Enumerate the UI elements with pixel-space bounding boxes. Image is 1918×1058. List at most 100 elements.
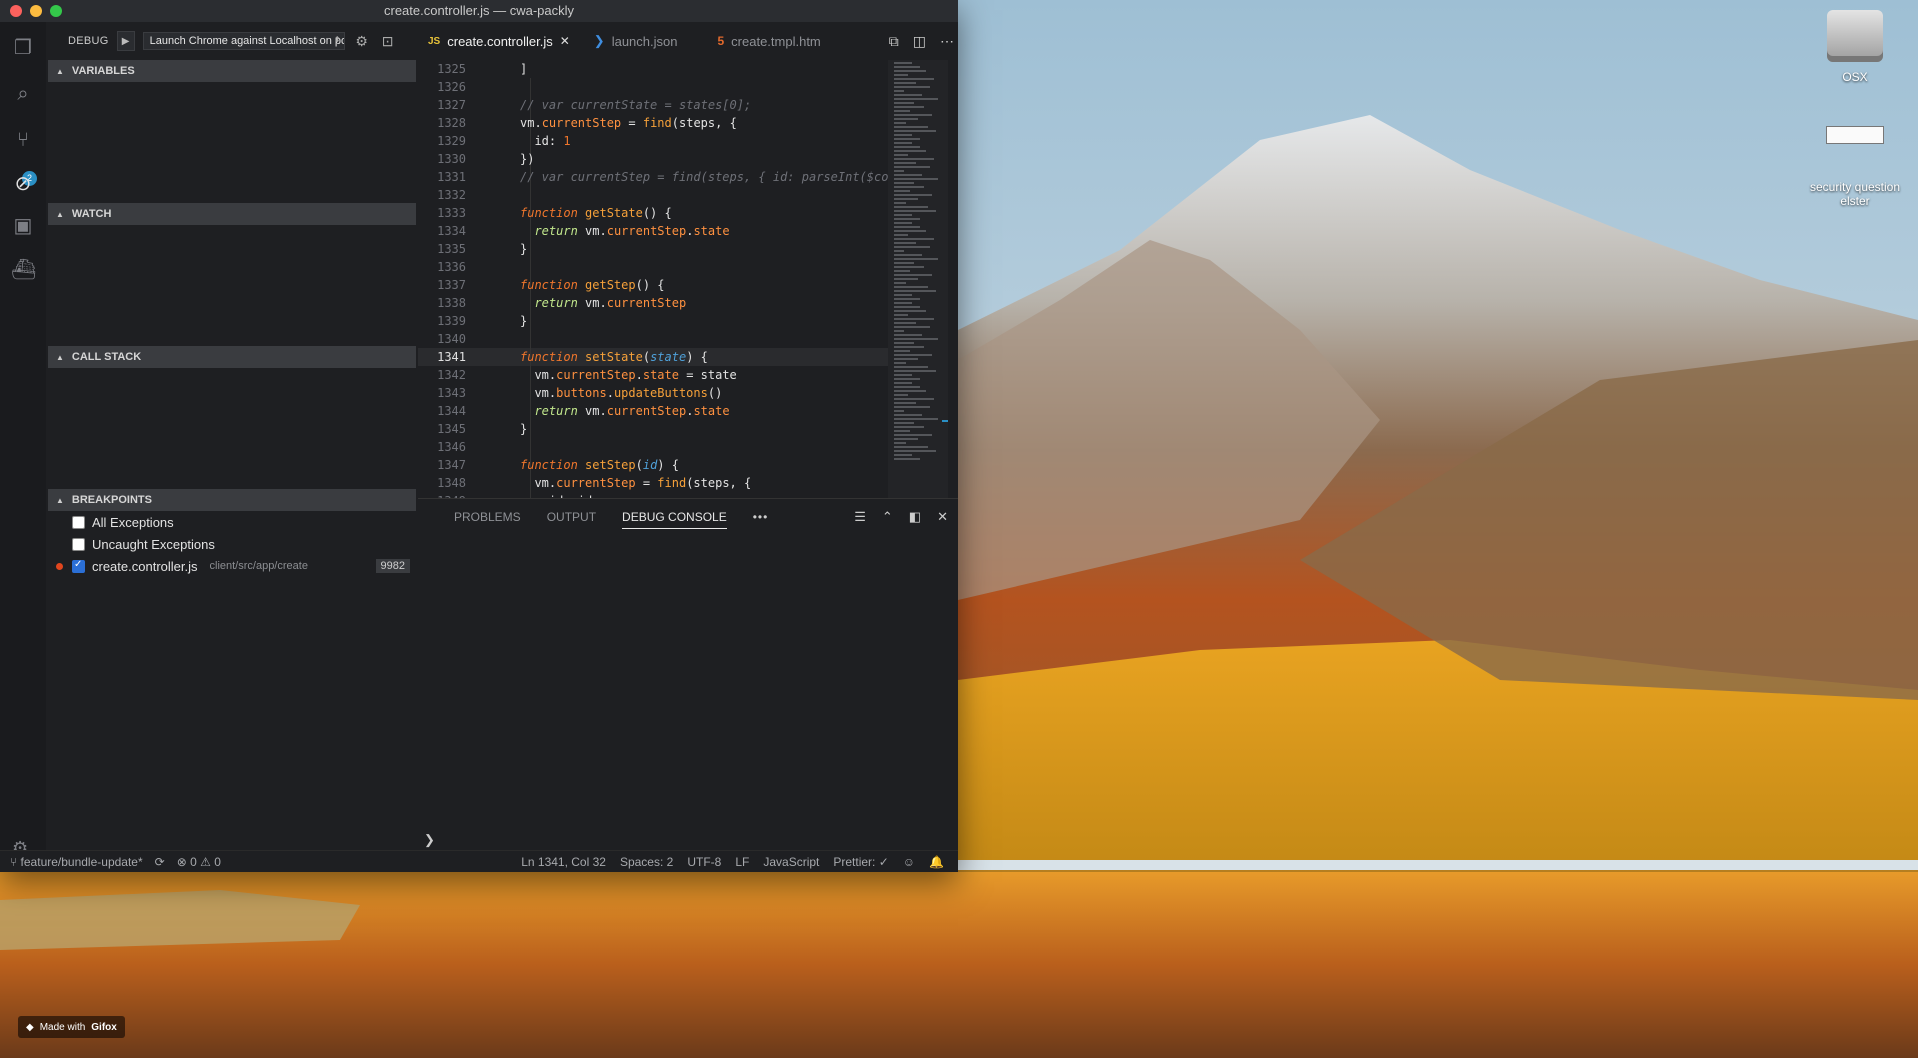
breakpoint-all-exceptions[interactable]: All Exceptions	[46, 511, 418, 533]
code-line[interactable]: 1340	[418, 330, 888, 348]
tab-launch-json[interactable]: ❯ launch.json	[580, 22, 688, 60]
code-line[interactable]: 1346	[418, 438, 888, 456]
terminal-icon[interactable]: ⊡	[379, 33, 397, 50]
minimize-window-button[interactable]	[30, 5, 42, 17]
code-line[interactable]: 1329 id: 1	[418, 132, 888, 150]
language-mode[interactable]: JavaScript	[763, 855, 819, 869]
sync-icon[interactable]: ⟳	[155, 855, 165, 869]
line-number[interactable]: 1330	[418, 150, 466, 168]
checkbox[interactable]	[72, 537, 85, 551]
close-panel-icon[interactable]: ✕	[937, 509, 948, 525]
line-number[interactable]: 1328	[418, 114, 466, 132]
line-number[interactable]: 1338	[418, 294, 466, 312]
code-line[interactable]: 1339}	[418, 312, 888, 330]
code-line[interactable]: 1335}	[418, 240, 888, 258]
line-number[interactable]: 1333	[418, 204, 466, 222]
line-number[interactable]: 1335	[418, 240, 466, 258]
branch-status[interactable]: ⑂ feature/bundle-update*	[10, 855, 143, 869]
prettier-status[interactable]: Prettier: ✓	[833, 855, 888, 869]
breakpoint-file[interactable]: create.controller.js client/src/app/crea…	[46, 555, 418, 577]
code-view[interactable]: 1325] 1326 1327// var currentState = state…	[418, 60, 888, 498]
code-line[interactable]: 1334 return vm.currentStep.state	[418, 222, 888, 240]
close-window-button[interactable]	[10, 5, 22, 17]
line-number[interactable]: 1331	[418, 168, 466, 186]
line-number[interactable]: 1334	[418, 222, 466, 240]
line-number[interactable]: 1344	[418, 402, 466, 420]
split-editor-icon[interactable]: ◫	[913, 33, 926, 50]
code-line[interactable]: 1336	[418, 258, 888, 276]
encoding[interactable]: UTF-8	[687, 855, 721, 869]
line-number[interactable]: 1347	[418, 456, 466, 474]
code-line[interactable]: 1327 // var currentState = states[0];	[418, 96, 888, 114]
line-number[interactable]: 1339	[418, 312, 466, 330]
explorer-icon[interactable]: ❐	[11, 36, 35, 60]
line-number[interactable]: 1326	[418, 78, 466, 96]
open-changes-icon[interactable]: ⧉	[889, 33, 899, 50]
code-line[interactable]: 1347 function setStep(id) {	[418, 456, 888, 474]
line-number[interactable]: 1342	[418, 366, 466, 384]
toggle-panel-position-icon[interactable]: ◧	[909, 509, 921, 525]
source-control-icon[interactable]: ⑂	[11, 128, 35, 152]
code-line[interactable]: 1337 function getStep() {	[418, 276, 888, 294]
console-prompt-chevron-icon[interactable]: ❯	[424, 832, 435, 848]
watch-section-header[interactable]: ▲ WATCH	[48, 203, 416, 225]
zoom-window-button[interactable]	[50, 5, 62, 17]
search-icon[interactable]: ⌕	[11, 82, 35, 106]
cursor-position[interactable]: Ln 1341, Col 32	[521, 855, 606, 869]
tab-create-tmpl[interactable]: 5 create.tmpl.htm	[687, 22, 830, 60]
code-line[interactable]: 1348 vm.currentStep = find(steps, {	[418, 474, 888, 492]
clear-console-icon[interactable]: ☰	[854, 509, 866, 525]
code-line[interactable]: 1343 vm.buttons.updateButtons()	[418, 384, 888, 402]
code-line[interactable]: 1330})	[418, 150, 888, 168]
maximize-panel-icon[interactable]: ⌃	[882, 509, 893, 525]
feedback-smiley-icon[interactable]: ☺	[903, 855, 915, 869]
line-number[interactable]: 1336	[418, 258, 466, 276]
debug-icon[interactable]: ⊘	[11, 172, 35, 196]
more-actions-icon[interactable]: ⋯	[940, 33, 954, 50]
breakpoint-uncaught-exceptions[interactable]: Uncaught Exceptions	[46, 533, 418, 555]
problems-status[interactable]: ⊗ 0 ⚠ 0	[177, 855, 221, 869]
desktop-icon-security-question[interactable]: security question elster	[1796, 126, 1914, 208]
code-line[interactable]: 1332	[418, 186, 888, 204]
tab-create-controller[interactable]: JS create.controller.js ✕	[418, 22, 580, 60]
checkbox[interactable]	[72, 515, 85, 529]
code-line[interactable]: 1326	[418, 78, 888, 96]
code-line[interactable]: 1345}	[418, 420, 888, 438]
line-number[interactable]: 1341	[418, 348, 466, 366]
code-line[interactable]: 1325]	[418, 60, 888, 78]
code-line[interactable]: 1342 vm.currentStep.state = state	[418, 366, 888, 384]
tab-output[interactable]: OUTPUT	[547, 510, 596, 524]
line-number[interactable]: 1329	[418, 132, 466, 150]
minimap[interactable]	[888, 60, 948, 498]
tab-problems[interactable]: PROBLEMS	[454, 510, 521, 524]
breakpoints-section-header[interactable]: ▲ BREAKPOINTS	[48, 489, 416, 511]
desktop-icon-osx[interactable]: OSX	[1820, 10, 1890, 84]
line-number[interactable]: 1348	[418, 474, 466, 492]
more-icon[interactable]: •••	[753, 510, 769, 524]
code-line[interactable]: 1331 // var currentStep = find(steps, { i…	[418, 168, 888, 186]
tab-debug-console[interactable]: DEBUG CONSOLE	[622, 510, 727, 529]
code-line[interactable]: 1338 return vm.currentStep	[418, 294, 888, 312]
close-tab-icon[interactable]: ✕	[560, 34, 570, 48]
variables-section-header[interactable]: ▲ VARIABLES	[48, 60, 416, 82]
line-number[interactable]: 1345	[418, 420, 466, 438]
code-line[interactable]: 1333 function getState() {	[418, 204, 888, 222]
line-endings[interactable]: LF	[735, 855, 749, 869]
line-number[interactable]: 1327	[418, 96, 466, 114]
code-line[interactable]: 1328 vm.currentStep = find(steps, {	[418, 114, 888, 132]
extensions-icon[interactable]: ▣	[11, 214, 35, 238]
docker-icon[interactable]: ⛴	[11, 258, 36, 282]
line-number[interactable]: 1340	[418, 330, 466, 348]
line-number[interactable]: 1325	[418, 60, 466, 78]
code-line[interactable]: 1341 function setState(state) {	[418, 348, 888, 366]
code-line[interactable]: 1344 return vm.currentStep.state	[418, 402, 888, 420]
line-number[interactable]: 1343	[418, 384, 466, 402]
line-number[interactable]: 1346	[418, 438, 466, 456]
indentation[interactable]: Spaces: 2	[620, 855, 673, 869]
line-number[interactable]: 1332	[418, 186, 466, 204]
line-number[interactable]: 1337	[418, 276, 466, 294]
launch-config-select[interactable]: Launch Chrome against Localhost on port …	[142, 32, 345, 50]
gear-icon[interactable]: ⚙	[353, 33, 371, 50]
start-debugging-button[interactable]: ▶	[116, 31, 135, 51]
notifications-bell-icon[interactable]: 🔔	[929, 855, 944, 869]
